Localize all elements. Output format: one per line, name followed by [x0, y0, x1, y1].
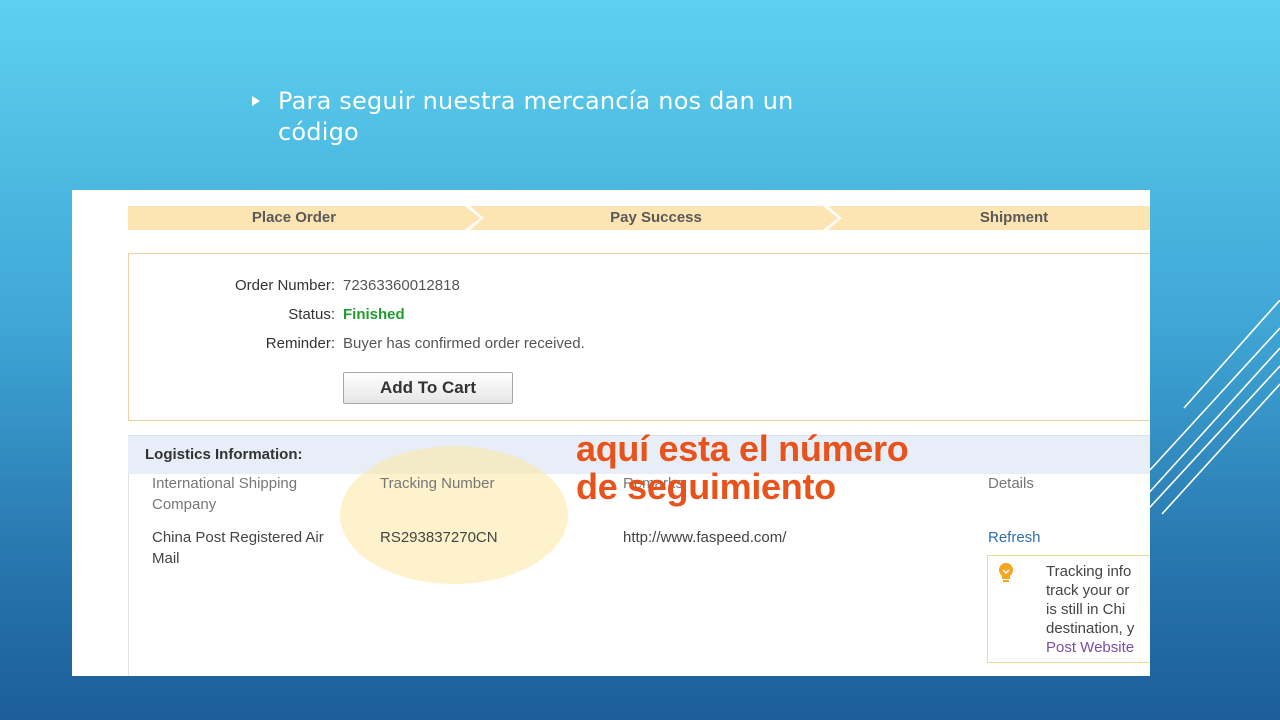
- tip-text: Tracking info track your or is still in …: [1046, 562, 1150, 657]
- tip-line: track your or: [1046, 582, 1130, 599]
- order-number-label: Order Number:: [234, 277, 335, 294]
- post-website-link[interactable]: Post Website: [1046, 638, 1150, 657]
- shipping-company-cell: China Post Registered Air Mail: [152, 529, 324, 567]
- remarks-cell: http://www.faspeed.com/: [623, 529, 787, 546]
- status-label: Status:: [288, 306, 335, 323]
- slide-bullet: Para seguir nuestra mercancía nos dan un…: [252, 86, 852, 148]
- reminder-value: Buyer has confirmed order received.: [343, 335, 585, 352]
- reminder-label: Reminder:: [265, 335, 335, 352]
- order-number-value: 72363360012818: [343, 277, 460, 294]
- tracking-number-cell: RS293837270CN: [380, 529, 498, 546]
- step-place-order: Place Order: [251, 209, 337, 226]
- logistics-title: Logistics Information:: [145, 446, 303, 463]
- tracking-annotation: aquí esta el número de seguimiento: [576, 430, 1046, 506]
- column-shipping-company: International Shipping Company: [152, 475, 298, 513]
- annotation-line-2: de seguimiento: [576, 466, 836, 507]
- column-tracking-number: Tracking Number: [380, 475, 495, 492]
- add-to-cart-button[interactable]: Add To Cart: [343, 372, 513, 404]
- bullet-text: Para seguir nuestra mercancía nos dan un…: [278, 87, 794, 146]
- logistics-divider: [128, 473, 129, 676]
- tip-line: destination, y: [1046, 620, 1135, 637]
- order-summary-panel: Order Number: 72363360012818 Status: Fin…: [128, 253, 1150, 421]
- refresh-link[interactable]: Refresh: [988, 527, 1088, 548]
- decorative-lines-icon: [1140, 300, 1280, 519]
- tracking-highlight-circle: [340, 446, 568, 584]
- tip-line: is still in Chi: [1046, 601, 1126, 618]
- tracking-tip-box: Tracking info track your or is still in …: [987, 555, 1150, 663]
- lightbulb-icon: [999, 563, 1013, 582]
- order-details-screenshot: Place Order Pay Success Shipment Order N…: [72, 190, 1150, 676]
- step-shipment: Shipment: [979, 209, 1049, 226]
- order-progress-bar: Place Order Pay Success Shipment: [128, 206, 1150, 230]
- status-value: Finished: [343, 306, 405, 323]
- tip-line: Tracking info: [1046, 563, 1132, 580]
- annotation-line-1: aquí esta el número: [576, 428, 909, 469]
- triangle-bullet-icon: [252, 96, 260, 106]
- step-pay-success: Pay Success: [610, 209, 702, 226]
